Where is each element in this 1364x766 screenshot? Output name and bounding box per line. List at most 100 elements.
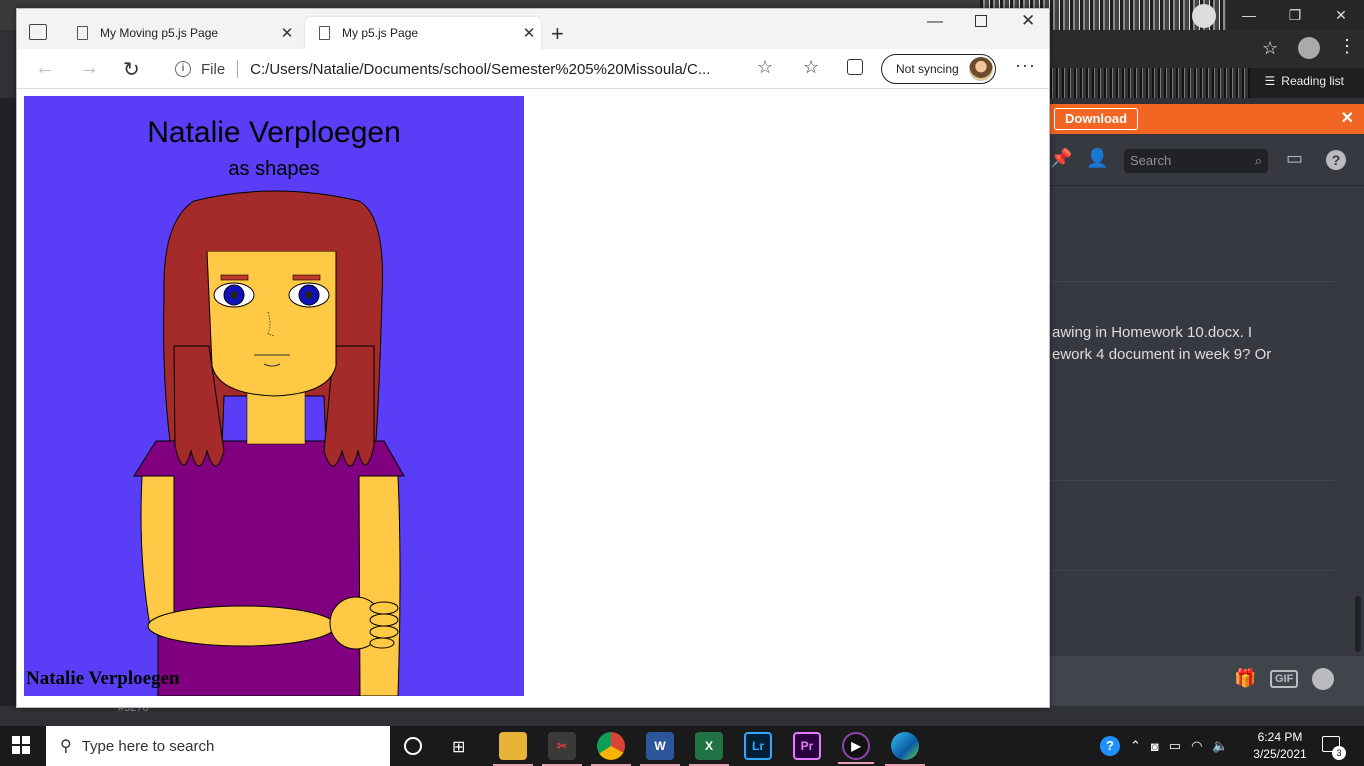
- inbox-icon[interactable]: ▭: [1286, 148, 1303, 169]
- tab-moving-p5[interactable]: My Moving p5.js Page ✕: [63, 17, 299, 49]
- p5-canvas: Natalie Verploegen as shapes Natalie Ver…: [24, 96, 524, 696]
- windows-start-icon[interactable]: [12, 736, 30, 754]
- divider: [1050, 570, 1334, 571]
- close-tab-icon[interactable]: ✕: [517, 24, 541, 42]
- avatar[interactable]: [1298, 37, 1320, 59]
- info-icon[interactable]: i: [175, 61, 191, 77]
- tab-label: My p5.js Page: [342, 26, 419, 40]
- message-line: ework 4 document in week 9? Or: [1052, 346, 1272, 363]
- address-bar[interactable]: i File C:/Users/Natalie/Documents/school…: [161, 54, 785, 84]
- url-text[interactable]: C:/Users/Natalie/Documents/school/Semest…: [250, 61, 750, 78]
- clock-date: 3/25/2021: [1253, 747, 1307, 761]
- help-icon[interactable]: ?: [1326, 150, 1346, 170]
- tab-label: My Moving p5.js Page: [100, 26, 219, 40]
- restore-icon[interactable]: ❐: [1272, 0, 1318, 30]
- new-tab-button[interactable]: +: [551, 21, 564, 47]
- discord-search-input[interactable]: Search ⌕: [1124, 149, 1268, 173]
- meet-icon[interactable]: ◙: [1151, 739, 1159, 754]
- profile-circle-icon: [1192, 4, 1216, 28]
- forearm: [147, 605, 337, 647]
- back-button[interactable]: ←: [35, 57, 55, 80]
- word-icon[interactable]: W: [640, 732, 680, 766]
- premiere-icon[interactable]: Pr: [793, 732, 821, 760]
- portrait-drawing: [133, 190, 405, 696]
- signature: Natalie Verploegen: [26, 668, 180, 689]
- taskbar-search-input[interactable]: ⚲ Type here to search: [46, 726, 390, 766]
- wifi-icon[interactable]: ◠: [1191, 738, 1202, 754]
- help-icon[interactable]: ?: [1100, 736, 1120, 756]
- finger: [369, 601, 399, 615]
- close-tab-icon[interactable]: ✕: [275, 24, 299, 42]
- finger: [369, 637, 395, 649]
- gif-button[interactable]: GIF: [1270, 670, 1299, 688]
- message-input[interactable]: 🎁 GIF: [1050, 656, 1364, 706]
- close-window-button[interactable]: ✕: [1021, 11, 1035, 31]
- media-icon[interactable]: ▶: [838, 732, 874, 764]
- system-tray: ? ⌃ ◙ ▭ ◠ 🔈: [1100, 726, 1229, 766]
- minimize-icon[interactable]: —: [1226, 0, 1272, 30]
- edge-icon[interactable]: [885, 732, 925, 766]
- right-arm: [358, 475, 401, 696]
- notification-badge: 3: [1332, 746, 1346, 760]
- right-eyebrow: [292, 274, 321, 281]
- excel-icon[interactable]: X: [689, 732, 729, 766]
- search-icon: ⌕: [1254, 153, 1262, 168]
- discord-messages: awing in Homework 10.docx. I ework 4 doc…: [1050, 186, 1364, 656]
- left-pupil: [230, 291, 238, 299]
- battery-icon[interactable]: ▭: [1169, 738, 1181, 754]
- reading-list-button[interactable]: ☰ Reading list: [1265, 74, 1344, 88]
- close-icon[interactable]: ✕: [1318, 0, 1364, 30]
- search-placeholder: Search: [1130, 153, 1172, 168]
- favorite-star-icon[interactable]: ☆: [1262, 38, 1278, 59]
- add-favorite-icon[interactable]: ☆: [757, 57, 773, 78]
- page-title: Natalie Verploegen: [147, 116, 401, 149]
- divider: [1050, 281, 1334, 282]
- task-view-icon[interactable]: ⊞: [452, 737, 465, 757]
- divider: [1050, 480, 1334, 481]
- clock-time: 6:24 PM: [1257, 730, 1303, 744]
- emoji-icon[interactable]: [1312, 668, 1334, 690]
- background-favorites-bar: ☰ Reading list: [1050, 68, 1364, 98]
- divider: [237, 60, 239, 78]
- tab-p5-page[interactable]: My p5.js Page ✕: [305, 17, 541, 49]
- page-subtitle: as shapes: [228, 158, 320, 180]
- snip-icon[interactable]: ✂: [542, 732, 582, 766]
- lightroom-icon[interactable]: Lr: [744, 732, 772, 760]
- search-placeholder: Type here to search: [81, 737, 215, 755]
- message-line: awing in Homework 10.docx. I: [1052, 324, 1253, 341]
- scrollbar[interactable]: [1355, 596, 1361, 652]
- collections-icon[interactable]: [847, 59, 863, 75]
- clock[interactable]: 6:24 PM 3/25/2021: [1248, 729, 1312, 763]
- pin-icon[interactable]: 📌: [1050, 148, 1072, 169]
- forward-button[interactable]: →: [79, 57, 99, 80]
- cortana-icon[interactable]: [404, 737, 422, 755]
- more-menu-icon[interactable]: ···: [1015, 55, 1036, 76]
- avatar: [969, 57, 993, 81]
- tab-actions-icon[interactable]: [29, 24, 47, 40]
- download-banner: Download ✕: [1050, 104, 1364, 134]
- tab-strip: My Moving p5.js Page ✕ My p5.js Page ✕ +…: [17, 9, 1049, 49]
- add-member-icon[interactable]: 👤: [1086, 148, 1108, 169]
- discord-user-panel: [0, 706, 1364, 726]
- search-icon: ⚲: [60, 738, 72, 755]
- menu-dots-icon[interactable]: ⋮: [1338, 36, 1356, 57]
- face: [206, 250, 337, 397]
- minimize-button[interactable]: —: [927, 13, 943, 31]
- close-banner-icon[interactable]: ✕: [1341, 108, 1354, 128]
- download-button[interactable]: Download: [1054, 108, 1139, 130]
- favorites-icon[interactable]: ☆: [803, 57, 819, 78]
- address-toolbar: ← → ↻ i File C:/Users/Natalie/Documents/…: [17, 49, 1049, 89]
- left-arm: [140, 475, 175, 627]
- background-window-controls: — ❐ ✕: [1226, 0, 1364, 30]
- reading-list-icon: ☰: [1264, 74, 1276, 88]
- volume-icon[interactable]: 🔈: [1212, 738, 1228, 754]
- maximize-button[interactable]: [975, 15, 987, 27]
- chrome-icon[interactable]: [591, 732, 631, 766]
- gift-icon[interactable]: 🎁: [1234, 668, 1256, 689]
- document-icon: [77, 26, 88, 40]
- profile-sync-button[interactable]: Not syncing: [881, 54, 996, 84]
- file-scheme-label: File: [201, 60, 226, 78]
- chevron-up-icon[interactable]: ⌃: [1130, 738, 1141, 754]
- reload-button[interactable]: ↻: [123, 57, 140, 82]
- file-explorer-icon[interactable]: [493, 732, 533, 766]
